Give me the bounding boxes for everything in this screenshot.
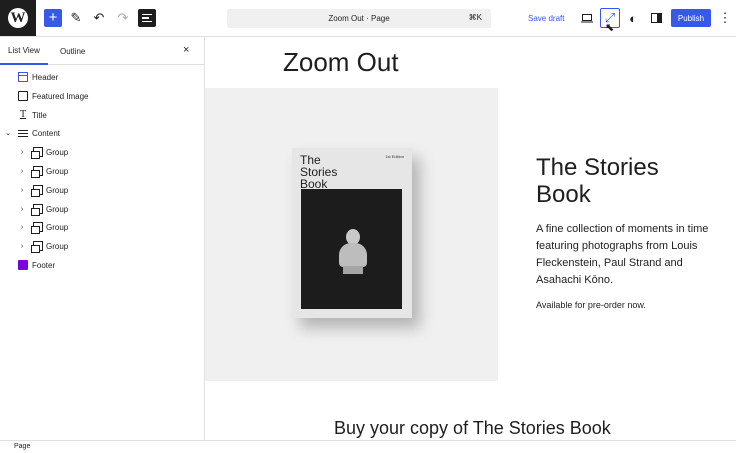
chevron-right-icon[interactable]: › [18,224,26,231]
settings-sidebar-icon[interactable] [647,9,665,27]
document-overview-button[interactable] [138,9,156,27]
chevron-down-icon[interactable]: ⌄ [4,129,12,137]
availability-text[interactable]: Available for pre-order now. [536,300,646,310]
tab-outline[interactable]: Outline [52,37,93,65]
chevron-right-icon[interactable]: › [18,206,26,213]
chevron-right-icon[interactable]: › [18,168,26,175]
list-item-group[interactable]: › Group [0,162,205,180]
list-view-sidebar: List View Outline × Header Featured Imag… [0,37,205,440]
header-icon [18,72,28,82]
list-item-label: Group [46,222,69,232]
page-title[interactable]: Zoom Out [283,47,399,78]
group-icon [31,241,43,253]
redo-icon[interactable]: ↷ [114,9,132,27]
preview-device-icon[interactable] [578,9,596,27]
list-item-label: Group [46,147,69,157]
list-item-label: Content [32,128,61,138]
footer-icon [18,260,28,270]
document-title: Zoom Out · Page [328,14,390,23]
chevron-right-icon[interactable]: › [18,187,26,194]
group-icon [31,147,43,159]
list-item-group[interactable]: › Group [0,143,205,161]
book-edition-label: 1st Edition [385,154,404,159]
options-more-icon[interactable]: ⋮ [716,9,734,27]
list-item-label: Group [46,241,69,251]
tools-pen-icon[interactable]: ✎ [67,9,85,27]
group-icon [31,166,43,178]
list-item-label: Title [32,110,47,120]
list-item-footer[interactable]: Footer [0,256,205,274]
tab-list-view[interactable]: List View [0,37,48,65]
buy-heading[interactable]: Buy your copy of The Stories Book [334,418,611,439]
list-item-group[interactable]: › Group [0,200,205,218]
list-view-icon [142,12,152,25]
close-icon[interactable]: × [183,44,189,56]
laptop-icon [581,13,593,22]
editor-canvas[interactable]: Zoom Out The Stories Book 1st Edition Th… [205,37,736,440]
group-icon [31,222,43,234]
list-item-label: Footer [32,260,56,270]
command-shortcut: ⌘K [468,13,482,22]
status-bar: Page [0,440,736,453]
list-item-label: Group [46,204,69,214]
add-block-button[interactable]: + [44,9,62,27]
save-draft-button[interactable]: Save draft [522,9,570,27]
book-heading[interactable]: The Stories Book [536,154,706,208]
group-icon [31,185,43,197]
sidebar-tabs: List View Outline × [0,37,204,65]
group-icon [31,204,43,216]
wordpress-logo-button[interactable]: W [0,0,36,36]
list-item-group[interactable]: › Group [0,218,205,236]
list-item-group[interactable]: › Group [0,181,205,199]
bust-photo [301,189,402,309]
title-icon: T [19,109,27,120]
styles-icon[interactable]: ◐ [624,9,642,27]
undo-icon[interactable]: ↶ [90,9,108,27]
list-item-label: Group [46,185,69,195]
list-item-group[interactable]: › Group [0,237,205,255]
list-item-featured-image[interactable]: Featured Image [0,87,205,105]
list-item-label: Featured Image [32,91,89,101]
list-item-header[interactable]: Header [0,68,205,86]
chevron-right-icon[interactable]: › [18,149,26,156]
book-description[interactable]: A fine collection of moments in time fea… [536,221,716,289]
editor-top-bar: W + ✎ ↶ ↷ Zoom Out · Page ⌘K Save draft … [0,0,736,37]
publish-button[interactable]: Publish [671,9,711,27]
chevron-right-icon[interactable]: › [18,243,26,250]
content-icon [18,128,28,138]
command-palette-bar[interactable]: Zoom Out · Page ⌘K [227,9,491,28]
list-item-label: Group [46,166,69,176]
book-cover-image: The Stories Book 1st Edition [292,148,412,318]
list-item-label: Header [32,72,59,82]
breadcrumb[interactable]: Page [14,443,30,450]
list-item-content[interactable]: ⌄ Content [0,124,205,142]
featured-image[interactable]: The Stories Book 1st Edition [205,88,498,381]
mouse-cursor-icon: ⬉ [605,22,615,34]
featured-image-icon [18,91,28,101]
list-item-title[interactable]: T Title [0,106,205,124]
wordpress-icon: W [8,8,28,28]
book-cover-title: The Stories Book [300,153,338,191]
